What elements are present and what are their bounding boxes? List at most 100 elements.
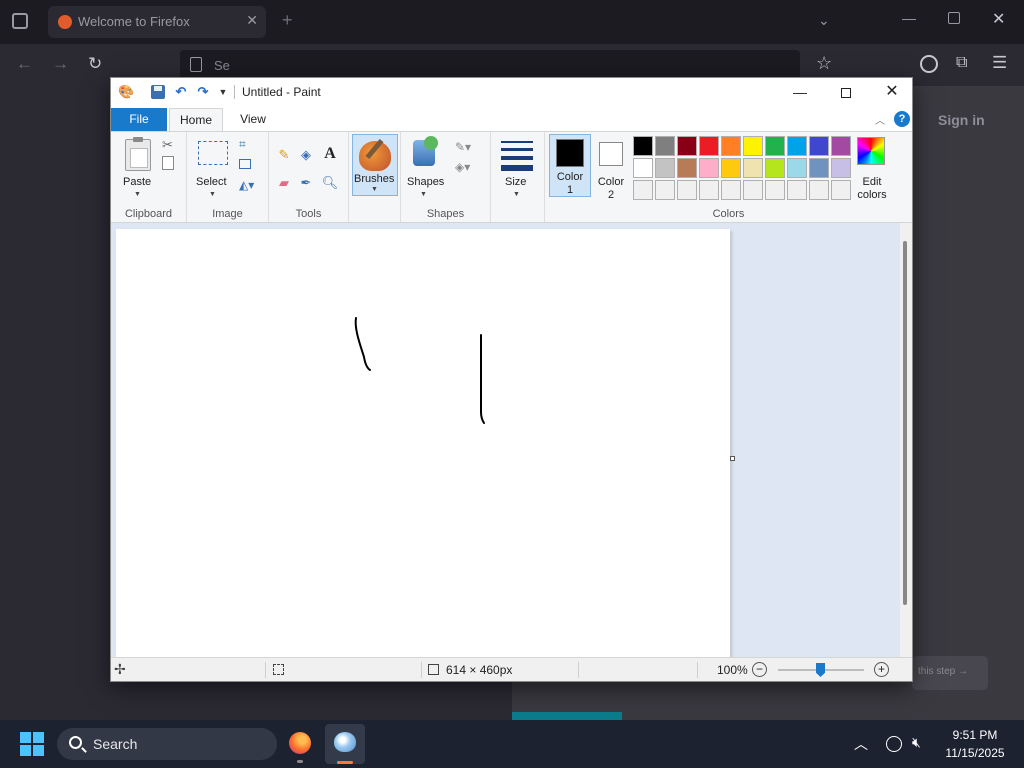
start-button[interactable]: [20, 732, 44, 756]
shape-outline-icon[interactable]: ✎▾: [455, 140, 471, 154]
palette-color-swatch[interactable]: [787, 180, 807, 200]
firefox-tab-close-icon[interactable]: ✕: [246, 12, 258, 29]
palette-color-swatch[interactable]: [633, 136, 653, 156]
zoom-slider-thumb[interactable]: [816, 663, 825, 677]
palette-color-swatch[interactable]: [765, 136, 785, 156]
drawing-canvas[interactable]: [116, 229, 730, 659]
paste-dropdown-icon[interactable]: ▼: [134, 191, 141, 198]
firefox-url-bar[interactable]: Se: [180, 50, 800, 80]
zoom-out-button[interactable]: −: [752, 662, 767, 677]
shape-fill-icon[interactable]: ◈▾: [455, 160, 470, 174]
firefox-back-icon[interactable]: ←: [16, 54, 33, 74]
palette-color-swatch[interactable]: [787, 136, 807, 156]
palette-color-swatch[interactable]: [721, 180, 741, 200]
palette-color-swatch[interactable]: [633, 158, 653, 178]
palette-color-swatch[interactable]: [765, 180, 785, 200]
vertical-scrollbar[interactable]: [900, 223, 912, 657]
maximize-button[interactable]: [823, 78, 869, 106]
customize-quick-access-icon[interactable]: ▼: [215, 84, 231, 100]
palette-color-swatch[interactable]: [699, 180, 719, 200]
palette-color-swatch[interactable]: [743, 158, 763, 178]
firefox-close-button[interactable]: ✕: [992, 9, 1005, 29]
shapes-icon: [413, 136, 438, 166]
color2-label-line2: 2: [607, 189, 615, 201]
firefox-forward-icon[interactable]: →: [52, 54, 69, 74]
palette-color-swatch[interactable]: [699, 158, 719, 178]
palette-color-swatch[interactable]: [809, 180, 829, 200]
palette-color-swatch[interactable]: [677, 158, 697, 178]
firefox-skip-step-button[interactable]: this step →: [912, 656, 988, 690]
palette-color-swatch[interactable]: [721, 158, 741, 178]
palette-color-swatch[interactable]: [633, 180, 653, 200]
undo-icon[interactable]: ↶: [173, 84, 189, 100]
show-hidden-icons-chevron-icon[interactable]: ︿: [854, 734, 868, 754]
clock-time[interactable]: 9:51 PM: [940, 728, 1010, 742]
palette-color-swatch[interactable]: [655, 136, 675, 156]
resize-icon[interactable]: [239, 159, 251, 169]
palette-color-swatch[interactable]: [743, 180, 763, 200]
firefox-new-tab-button[interactable]: +: [282, 11, 293, 29]
palette-color-swatch[interactable]: [743, 136, 763, 156]
firefox-sign-in-link[interactable]: Sign in: [938, 112, 985, 128]
firefox-reload-icon[interactable]: ↻: [88, 54, 102, 74]
palette-color-swatch[interactable]: [787, 158, 807, 178]
tab-view[interactable]: View: [231, 108, 275, 131]
brushes-dropdown-icon[interactable]: ▼: [371, 186, 378, 193]
save-icon[interactable]: [151, 85, 165, 99]
network-globe-icon[interactable]: [886, 736, 902, 752]
cut-icon[interactable]: ✂: [162, 137, 173, 153]
palette-color-swatch[interactable]: [655, 180, 675, 200]
palette-color-swatch[interactable]: [721, 136, 741, 156]
shapes-dropdown-icon[interactable]: ▼: [420, 191, 427, 198]
palette-color-swatch[interactable]: [765, 158, 785, 178]
eraser-icon[interactable]: ▰: [275, 174, 293, 192]
clock-date[interactable]: 11/15/2025: [940, 746, 1010, 760]
brushes-button[interactable]: Brushes ▼: [352, 134, 398, 196]
extensions-icon[interactable]: ⧉: [956, 54, 967, 72]
color-picker-icon[interactable]: ✒: [297, 174, 315, 192]
paint-app-icon[interactable]: 🎨: [118, 84, 134, 100]
size-dropdown-icon[interactable]: ▼: [513, 191, 520, 198]
taskbar-paint[interactable]: [325, 724, 365, 764]
palette-color-swatch[interactable]: [655, 158, 675, 178]
help-icon[interactable]: ?: [894, 111, 910, 127]
firefox-minimize-button[interactable]: —: [902, 10, 916, 26]
fill-bucket-icon[interactable]: ◈: [297, 146, 315, 164]
firefox-maximize-button[interactable]: [948, 12, 960, 24]
palette-color-swatch[interactable]: [699, 136, 719, 156]
tab-home[interactable]: Home: [169, 108, 223, 132]
firefox-list-tabs-icon[interactable]: ⌄: [818, 12, 830, 29]
firefox-tab-welcome[interactable]: Welcome to Firefox ✕: [48, 6, 266, 38]
copy-icon[interactable]: [162, 156, 174, 170]
paint-title-bar[interactable]: 🎨 ↶ ↷ ▼ Untitled - Paint — ✕: [111, 78, 912, 106]
palette-color-swatch[interactable]: [809, 136, 829, 156]
rotate-icon[interactable]: ◭▾: [239, 178, 254, 192]
minimize-ribbon-icon[interactable]: ︿: [875, 112, 885, 127]
palette-color-swatch[interactable]: [831, 180, 851, 200]
volume-muted-icon[interactable]: 🔇︎: [912, 734, 921, 751]
firefox-view-icon[interactable]: [12, 13, 28, 29]
palette-color-swatch[interactable]: [831, 158, 851, 178]
palette-color-swatch[interactable]: [809, 158, 829, 178]
taskbar-firefox[interactable]: [280, 724, 320, 764]
canvas-resize-handle[interactable]: [730, 456, 735, 461]
close-button[interactable]: ✕: [869, 78, 915, 106]
select-dropdown-icon[interactable]: ▼: [209, 191, 216, 198]
palette-color-swatch[interactable]: [677, 136, 697, 156]
bookmark-star-icon[interactable]: ☆: [816, 53, 832, 74]
taskbar-search-box[interactable]: Search: [57, 728, 277, 760]
palette-color-swatch[interactable]: [831, 136, 851, 156]
zoom-in-button[interactable]: +: [874, 662, 889, 677]
account-icon[interactable]: [920, 55, 938, 73]
magnifier-icon[interactable]: 🔍︎: [321, 174, 339, 192]
hamburger-menu-icon[interactable]: ☰: [992, 53, 1007, 73]
vertical-scrollbar-thumb[interactable]: [903, 241, 907, 605]
tab-file[interactable]: File: [111, 108, 167, 131]
crop-icon[interactable]: ⌗: [239, 137, 246, 152]
color1-button[interactable]: Color 1: [549, 134, 591, 197]
redo-icon[interactable]: ↷: [195, 84, 211, 100]
pencil-icon[interactable]: ✎: [275, 146, 293, 164]
text-tool-icon[interactable]: A: [321, 145, 339, 163]
minimize-button[interactable]: —: [777, 78, 823, 106]
palette-color-swatch[interactable]: [677, 180, 697, 200]
